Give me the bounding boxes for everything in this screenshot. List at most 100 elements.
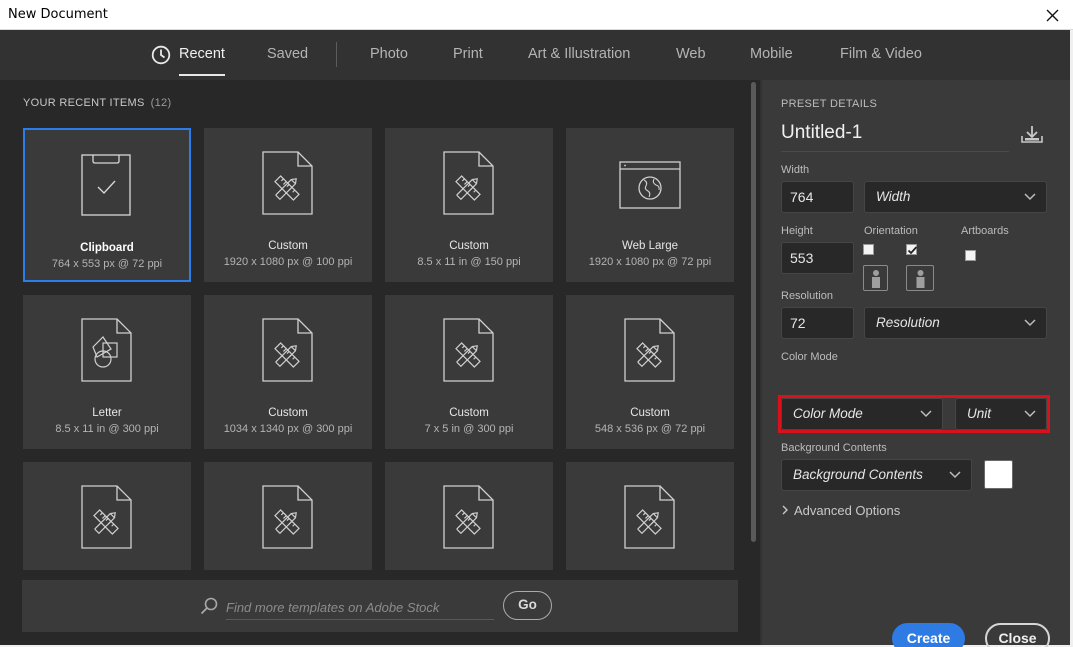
resolution-unit-dropdown[interactable]: Resolution [864, 307, 1047, 339]
window-title: New Document [8, 7, 108, 22]
orientation-label: Orientation [864, 225, 918, 237]
preset-card-dims: 1034 x 1340 px @ 300 ppi [223, 423, 353, 435]
document-name-field[interactable]: Untitled-1 [781, 122, 1009, 152]
web-globe-icon [619, 161, 681, 209]
preset-card-dims: 764 x 553 px @ 72 ppi [51, 258, 163, 270]
preset-card-name: Custom [268, 240, 308, 252]
preset-card[interactable]: Custom 7 x 5 in @ 300 ppi [385, 295, 553, 449]
orientation-portrait-checkbox[interactable] [863, 244, 874, 255]
advanced-options-toggle[interactable]: Advanced Options [782, 503, 900, 518]
preset-details-header: PRESET DETAILS [781, 98, 878, 110]
preset-card-name: Custom [268, 407, 308, 419]
preset-card-dims: 7 x 5 in @ 300 ppi [424, 423, 514, 435]
preset-card[interactable]: Custom 8.5 x 11 in @ 150 ppi [385, 128, 553, 282]
search-icon [200, 597, 218, 615]
category-tabs: Recent Saved Photo Print Art & Illustrat… [0, 30, 922, 80]
preset-card[interactable] [385, 462, 553, 570]
resolution-input[interactable]: 72 [781, 307, 854, 339]
title-bar: New Document [0, 0, 1073, 30]
new-document-dialog: Recent Saved Photo Print Art & Illustrat… [0, 30, 1070, 647]
chevron-down-icon [1024, 319, 1036, 327]
recent-items-count: (12) [150, 97, 172, 109]
preset-card-name: Custom [449, 240, 489, 252]
preset-card-name: Custom [449, 407, 489, 419]
height-input[interactable]: 553 [781, 242, 854, 274]
chevron-down-icon [949, 471, 961, 479]
preset-card[interactable]: Web Large 1920 x 1080 px @ 72 ppi [566, 128, 734, 282]
orientation-landscape-checkbox[interactable] [906, 244, 918, 255]
custom-document-icon [443, 485, 494, 549]
preset-card-dims: 1920 x 1080 px @ 72 ppi [588, 256, 712, 268]
portrait-orientation-icon[interactable] [863, 265, 888, 291]
custom-document-icon [81, 485, 132, 549]
tab-web[interactable]: Web [676, 46, 706, 62]
create-button[interactable]: Create [892, 623, 965, 647]
chevron-right-icon [782, 503, 788, 518]
save-preset-icon[interactable] [1021, 124, 1043, 144]
custom-document-icon [443, 151, 494, 215]
height-label: Height [781, 225, 813, 237]
preset-card[interactable]: Letter 8.5 x 11 in @ 300 ppi [23, 295, 191, 449]
preset-card-dims: 8.5 x 11 in @ 150 ppi [417, 256, 521, 268]
recent-items-header: YOUR RECENT ITEMS (12) [23, 97, 172, 109]
clock-icon [151, 45, 171, 65]
custom-document-icon [262, 151, 313, 215]
tab-active-underline [179, 74, 225, 76]
custom-document-icon [443, 318, 494, 382]
preset-card[interactable]: Custom 1920 x 1080 px @ 100 ppi [204, 128, 372, 282]
clipboard-icon [81, 154, 131, 216]
tab-saved[interactable]: Saved [267, 46, 308, 62]
background-contents-dropdown[interactable]: Background Contents [781, 459, 972, 491]
custom-document-icon [624, 485, 675, 549]
tab-mobile[interactable]: Mobile [750, 46, 793, 62]
artboards-label: Artboards [961, 225, 1009, 237]
preset-card-name: Clipboard [80, 242, 134, 254]
tab-print[interactable]: Print [453, 46, 483, 62]
recent-items-grid: Clipboard 764 x 553 px @ 72 ppi Custom 1… [22, 127, 738, 570]
background-color-swatch[interactable] [984, 460, 1013, 489]
preset-card-dims: 548 x 536 px @ 72 ppi [594, 423, 706, 435]
adobe-stock-search-bar: Go [22, 580, 738, 632]
tab-divider [336, 42, 337, 67]
landscape-orientation-icon[interactable] [906, 265, 934, 291]
tab-film-video[interactable]: Film & Video [840, 46, 922, 62]
preset-details-panel: PRESET DETAILS Untitled-1 Width 764 Widt… [762, 80, 1070, 647]
preset-card-name: Letter [92, 407, 122, 419]
chevron-down-icon [1024, 410, 1036, 418]
preset-card[interactable]: Clipboard 764 x 553 px @ 72 ppi [23, 128, 191, 282]
chevron-down-icon [1024, 193, 1036, 201]
preset-card[interactable] [566, 462, 734, 570]
preset-card-dims: 8.5 x 11 in @ 300 ppi [55, 423, 159, 435]
color-mode-label: Color Mode [781, 351, 838, 363]
go-button[interactable]: Go [503, 591, 552, 620]
chevron-down-icon [920, 410, 932, 418]
close-button[interactable]: Close [985, 623, 1050, 647]
stock-search-input[interactable] [226, 595, 494, 620]
width-label: Width [781, 164, 810, 176]
recent-items-scrollbar[interactable] [751, 82, 756, 542]
tab-art-illustration[interactable]: Art & Illustration [528, 46, 630, 62]
custom-document-icon [262, 485, 313, 549]
letter-shapes-icon [81, 318, 132, 382]
custom-document-icon [624, 318, 675, 382]
preset-card-name: Web Large [621, 240, 679, 252]
artboards-checkbox[interactable] [965, 250, 976, 261]
recent-items-panel: YOUR RECENT ITEMS (12) Clipboard 764 x 55… [0, 80, 760, 645]
tab-photo[interactable]: Photo [370, 46, 408, 62]
color-mode-dropdown[interactable]: Color Mode [781, 398, 943, 430]
width-input[interactable]: 764 [781, 181, 854, 213]
preset-card[interactable]: Custom 1034 x 1340 px @ 300 ppi [204, 295, 372, 449]
preset-card-name: Custom [630, 407, 670, 419]
preset-card[interactable]: Custom 548 x 536 px @ 72 ppi [566, 295, 734, 449]
window-close-icon[interactable] [1041, 4, 1063, 26]
checkmark-icon [907, 246, 918, 255]
preset-card[interactable] [23, 462, 191, 570]
background-contents-label: Background Contents [781, 442, 887, 454]
custom-document-icon [262, 318, 313, 382]
tab-recent[interactable]: Recent [179, 46, 225, 76]
resolution-label: Resolution [781, 290, 833, 302]
preset-card[interactable] [204, 462, 372, 570]
color-unit-dropdown[interactable]: Unit [955, 398, 1047, 430]
preset-card-dims: 1920 x 1080 px @ 100 ppi [223, 256, 353, 268]
width-unit-dropdown[interactable]: Width [864, 181, 1047, 213]
